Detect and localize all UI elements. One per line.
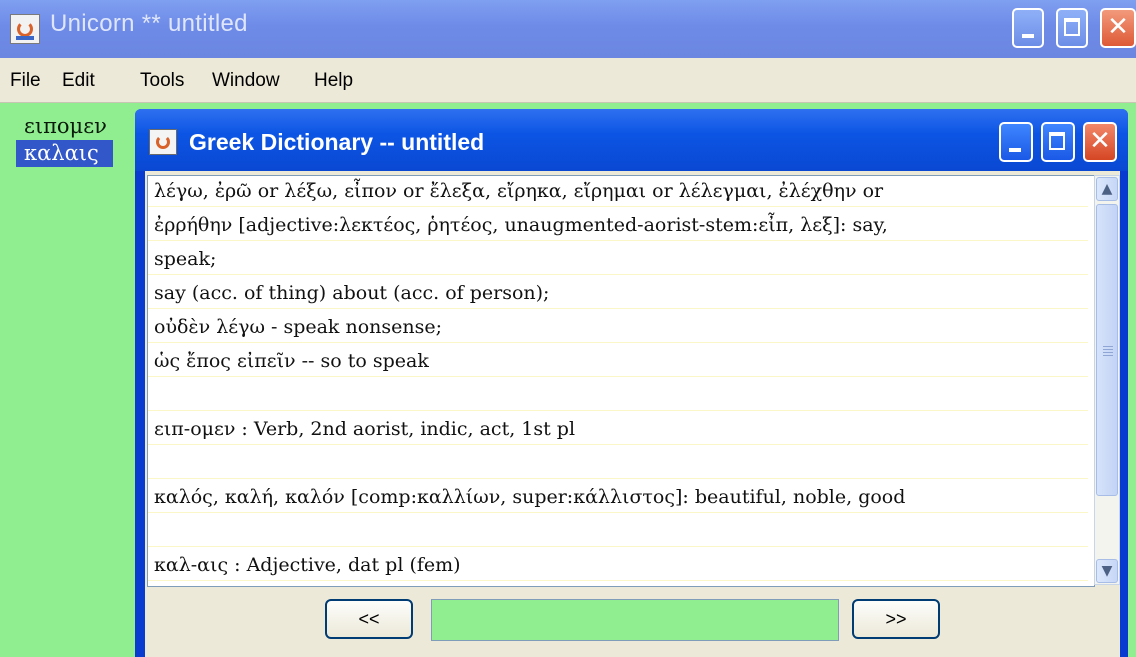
definition-line: ὡς ἔπος εἰπεῖν -- so to speak — [154, 350, 429, 372]
definition-text-area[interactable]: λέγω, ἐρῶ or λέξω, εἶπον or ἔλεξα, εἴρηκ… — [147, 175, 1095, 587]
definition-line: speak; — [154, 248, 217, 270]
grip-line — [1103, 352, 1113, 353]
unicorn-titlebar[interactable]: Unicorn ** untitled ✕ — [0, 0, 1136, 58]
line-guide — [148, 376, 1088, 377]
definition-line: ειπ-ομεν : Verb, 2nd aorist, indic, act,… — [154, 418, 576, 440]
definition-line: καλ-αις : Adjective, dat pl (fem) — [154, 554, 461, 576]
dictionary-body: λέγω, ἐρῶ or λέξω, εἶπον or ἔλεξα, εἴρηκ… — [145, 171, 1120, 657]
line-guide — [148, 512, 1088, 513]
java-app-icon[interactable] — [149, 129, 177, 155]
java-app-icon[interactable] — [10, 14, 40, 44]
grip-line — [1103, 355, 1113, 356]
minimize-icon — [1009, 148, 1021, 152]
line-guide — [148, 546, 1088, 547]
line-guide — [148, 274, 1088, 275]
menu-help[interactable]: Help — [314, 70, 353, 92]
dictionary-title: Greek Dictionary -- untitled — [189, 129, 485, 155]
close-icon: ✕ — [1089, 126, 1111, 156]
menu-file[interactable]: File — [10, 70, 41, 92]
chevron-down-icon: ▼ — [1101, 563, 1113, 579]
maximize-icon — [1064, 18, 1080, 36]
minimize-icon — [1022, 34, 1034, 38]
line-guide — [148, 308, 1088, 309]
dictionary-titlebar[interactable]: Greek Dictionary -- untitled ✕ — [135, 109, 1128, 171]
scroll-down-button[interactable]: ▼ — [1096, 559, 1118, 583]
dictionary-minimize-button[interactable] — [999, 122, 1033, 162]
window-title: Unicorn ** untitled — [50, 10, 248, 37]
grip-line — [1103, 346, 1113, 347]
navigation-bar: << >> — [145, 589, 1120, 657]
close-button[interactable]: ✕ — [1100, 8, 1136, 48]
definition-line: καλός, καλή, καλόν [comp:καλλίων, super:… — [154, 486, 906, 508]
definition-line: ἐρρήθην [adjective:λεκτέος, ῥητέος, unau… — [154, 214, 888, 236]
navigation-field[interactable] — [431, 599, 839, 641]
word-list: ειπομεν καλαις — [16, 113, 113, 167]
word-list-item[interactable]: ειπομεν — [16, 113, 113, 140]
line-guide — [148, 240, 1088, 241]
menu-window[interactable]: Window — [212, 70, 280, 92]
line-guide — [148, 580, 1088, 581]
scroll-up-button[interactable]: ▲ — [1096, 177, 1118, 201]
definition-line: λέγω, ἐρῶ or λέξω, εἶπον or ἔλεξα, εἴρηκ… — [154, 180, 884, 202]
grip-line — [1103, 349, 1113, 350]
maximize-button[interactable] — [1056, 8, 1088, 48]
word-list-item-selected[interactable]: καλαις — [16, 140, 113, 167]
greek-dictionary-window: Greek Dictionary -- untitled ✕ λέγω, ἐρῶ… — [135, 109, 1128, 657]
close-icon: ✕ — [1107, 12, 1129, 42]
line-guide — [148, 444, 1088, 445]
dictionary-maximize-button[interactable] — [1041, 122, 1075, 162]
line-guide — [148, 410, 1088, 411]
maximize-icon — [1049, 132, 1065, 150]
scroll-thumb[interactable] — [1096, 204, 1118, 496]
definition-line: οὐδὲν λέγω - speak nonsense; — [154, 316, 443, 338]
line-guide — [148, 342, 1088, 343]
next-button[interactable]: >> — [852, 599, 940, 639]
chevron-up-icon: ▲ — [1101, 181, 1113, 197]
line-guide — [148, 478, 1088, 479]
minimize-button[interactable] — [1012, 8, 1044, 48]
menu-bar: File Edit Tools Window Help — [0, 58, 1136, 103]
line-guide — [148, 206, 1088, 207]
vertical-scrollbar[interactable]: ▲ ▼ — [1094, 175, 1120, 585]
definition-line: say (acc. of thing) about (acc. of perso… — [154, 282, 550, 304]
unicorn-window: Unicorn ** untitled ✕ File Edit Tools Wi… — [0, 0, 1136, 657]
previous-button[interactable]: << — [325, 599, 413, 639]
menu-edit[interactable]: Edit — [62, 70, 95, 92]
dictionary-close-button[interactable]: ✕ — [1083, 122, 1117, 162]
menu-tools[interactable]: Tools — [140, 70, 184, 92]
